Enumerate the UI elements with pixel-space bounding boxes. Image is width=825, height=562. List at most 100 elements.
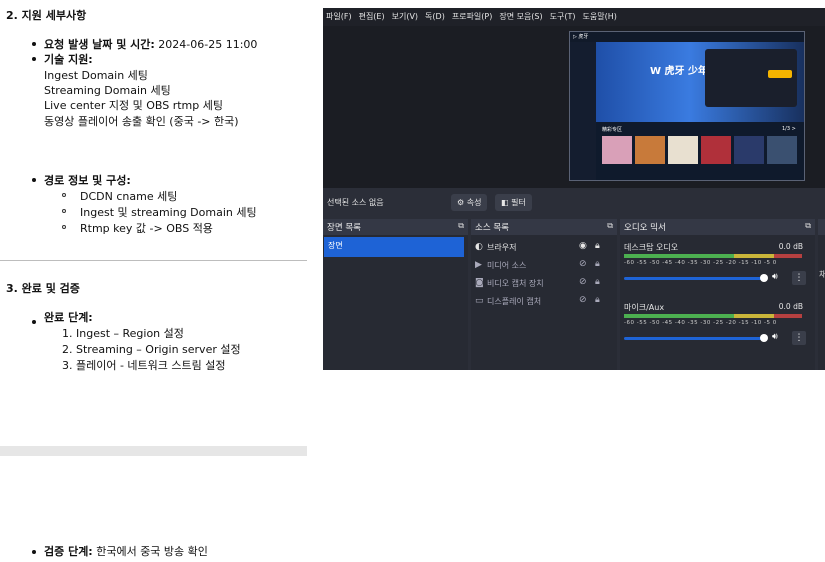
mixer-channel-db: 0.0 dB [778, 302, 803, 311]
eye-hidden-icon[interactable]: ⊘ [579, 259, 587, 269]
preview-thumb [602, 136, 632, 164]
properties-label: 속성 [466, 198, 482, 207]
verify-value: 한국에서 중국 방송 확인 [92, 545, 208, 558]
verify-label: 검증 단계: [44, 545, 93, 558]
source-name: 비디오 캡처 장치 [487, 279, 544, 288]
gray-band [0, 446, 307, 456]
menu-view[interactable]: 보기(V) [392, 8, 418, 26]
volume-slider-knob[interactable] [760, 334, 768, 342]
cut-off-label: 채 [819, 270, 825, 279]
scenes-dock: 장면 목록 ⧉ 장면 [323, 219, 468, 370]
menu-help[interactable]: 도움말(H) [583, 8, 617, 26]
filters-button[interactable]: ◧ 필터 [495, 194, 532, 211]
preview-page: 1/3 > [782, 126, 796, 132]
filter-icon: ◧ [501, 198, 509, 207]
volume-slider-knob[interactable] [760, 274, 768, 282]
play-icon: ▶ [475, 260, 482, 270]
source-item-video-capture[interactable]: ◙ 비디오 캡처 장치 ⊘ 🔒︎ [475, 275, 605, 293]
path-info-label: 경로 정보 및 구성: [44, 174, 131, 187]
undock-icon[interactable]: ⧉ [458, 221, 464, 231]
preview-thumb [635, 136, 665, 164]
volume-slider[interactable] [624, 277, 764, 280]
preview-thumb [668, 136, 698, 164]
speaker-icon[interactable]: 🔊︎ [772, 332, 778, 342]
scene-item[interactable]: 장면 [324, 237, 464, 257]
menu-file[interactable]: 파일(F) [326, 8, 352, 26]
request-label: 요청 발생 날짜 및 시간: [44, 38, 155, 51]
lock-icon[interactable]: 🔒︎ [595, 295, 600, 305]
meter-ticks: -60 -55 -50 -45 -40 -35 -30 -25 -20 -15 … [624, 260, 777, 266]
source-toolbar: 선택된 소스 없음 ⚙ 속성 ◧ 필터 [323, 192, 825, 214]
more-options-icon[interactable]: ⋮ [792, 271, 806, 285]
complete-step: 2. Streaming – Origin server 설정 [62, 343, 241, 356]
sources-title: 소스 목록 [475, 223, 509, 233]
sources-header: 소스 목록 ⧉ [471, 219, 617, 235]
bullet [32, 57, 36, 61]
volume-slider[interactable] [624, 337, 764, 340]
tech-support-label: 기술 지원: [44, 53, 93, 66]
tech-line: Ingest Domain 세팅 [44, 69, 148, 82]
obs-window: 파일(F) 편집(E) 보기(V) 독(D) 프로파일(P) 장면 모음(S) … [323, 8, 825, 370]
divider [0, 260, 307, 261]
monitor-icon: ▭ [475, 296, 484, 306]
request-datetime: 요청 발생 날짜 및 시간: 2024-06-25 11:00 [44, 36, 257, 52]
source-item-media[interactable]: ▶ 미디어 소스 ⊘ 🔒︎ [475, 257, 605, 275]
preview-login-button [768, 70, 792, 78]
menu-scene-collection[interactable]: 장면 모음(S) [499, 8, 542, 26]
tech-line: Live center 지정 및 OBS rtmp 세팅 [44, 99, 223, 112]
complete-step: 1. Ingest – Region 설정 [62, 327, 184, 340]
menu-profile[interactable]: 프로파일(P) [452, 8, 493, 26]
preview-topbar [570, 32, 804, 42]
volume-meter [624, 254, 802, 258]
scenes-title: 장면 목록 [327, 223, 361, 233]
undock-icon[interactable]: ⧉ [805, 221, 811, 231]
path-line: Rtmp key 값 -> OBS 적용 [80, 222, 213, 235]
lock-icon[interactable]: 🔒︎ [595, 277, 600, 287]
preview-thumb [701, 136, 731, 164]
audio-mixer-dock: 오디오 믹서 ⧉ 데스크탑 오디오 0.0 dB -60 -55 -50 -45… [620, 219, 815, 370]
path-line: DCDN cname 세팅 [80, 190, 178, 203]
sub-bullet [62, 193, 66, 197]
preview-thumb [767, 136, 797, 164]
preview-canvas[interactable]: ▷ 虎牙 W 虎牙 少年 精彩专区 1/3 > [569, 31, 805, 181]
sources-dock: 소스 목록 ⧉ ◐ 브라우저 ◉ 🔒︎ ▶ 미디어 소스 ⊘ 🔒︎ ◙ 비디오 … [471, 219, 617, 370]
undock-icon[interactable]: ⧉ [607, 221, 613, 231]
menu-tools[interactable]: 도구(T) [550, 8, 576, 26]
mixer-channel-name: 마이크/Aux [624, 303, 665, 312]
menu-bar: 파일(F) 편집(E) 보기(V) 독(D) 프로파일(P) 장면 모음(S) … [323, 8, 825, 26]
filters-label: 필터 [511, 198, 526, 207]
preview-login-card [705, 49, 797, 107]
bullet [32, 178, 36, 182]
mixer-channel-name: 데스크탑 오디오 [624, 243, 679, 252]
sub-bullet [62, 225, 66, 229]
preview-sidebar [570, 42, 596, 180]
preview-logo: ▷ 虎牙 [573, 34, 589, 40]
mixer-header: 오디오 믹서 ⧉ [620, 219, 815, 235]
globe-icon: ◐ [475, 242, 483, 252]
lock-icon[interactable]: 🔒︎ [595, 259, 600, 269]
more-options-icon[interactable]: ⋮ [792, 331, 806, 345]
menu-edit[interactable]: 편집(E) [359, 8, 385, 26]
eye-hidden-icon[interactable]: ⊘ [579, 277, 587, 287]
verify-step: 검증 단계: 한국에서 중국 방송 확인 [44, 543, 208, 559]
scenes-header: 장면 목록 ⧉ [323, 219, 468, 235]
source-item-browser[interactable]: ◐ 브라우저 ◉ 🔒︎ [475, 239, 605, 257]
cut-off-dock: 채 [818, 219, 825, 370]
eye-hidden-icon[interactable]: ⊘ [579, 295, 587, 305]
lock-icon[interactable]: 🔒︎ [595, 241, 600, 251]
tech-line: Streaming Domain 세팅 [44, 84, 171, 97]
mixer-channel-db: 0.0 dB [778, 242, 803, 251]
preview-thumb [734, 136, 764, 164]
mixer-title: 오디오 믹서 [624, 223, 666, 233]
cut-off-header [818, 219, 825, 235]
speaker-icon[interactable]: 🔊︎ [772, 272, 778, 282]
complete-label: 완료 단계: [44, 311, 93, 324]
eye-icon[interactable]: ◉ [579, 241, 587, 251]
source-item-display-capture[interactable]: ▭ 디스플레이 캡처 ⊘ 🔒︎ [475, 293, 605, 311]
bullet [32, 42, 36, 46]
gear-icon: ⚙ [457, 198, 465, 207]
complete-step: 3. 플레이어 - 네트워크 스트림 설정 [62, 359, 226, 372]
properties-button[interactable]: ⚙ 속성 [451, 194, 488, 211]
menu-dock[interactable]: 독(D) [425, 8, 445, 26]
preview-banner-text: W 虎牙 少年 [650, 66, 708, 77]
